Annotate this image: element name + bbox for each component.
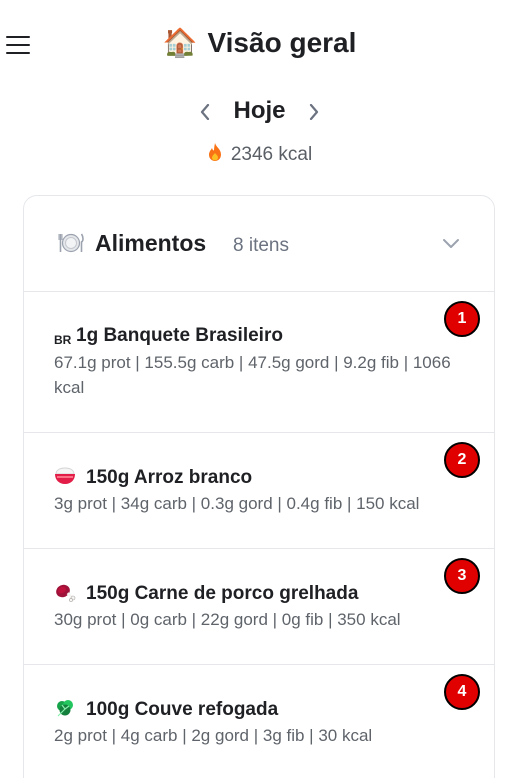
chevron-right-icon[interactable] (302, 96, 326, 126)
food-item[interactable]: 4 100g Couve refogada 2g prot | 4g carb … (24, 665, 494, 778)
foods-card-title: Alimentos (95, 230, 207, 256)
brazil-flag-icon: BR (54, 333, 72, 347)
food-item-name: 150g Arroz branco (54, 466, 252, 492)
food-item-name-text: 1g Banquete Brasileiro (76, 325, 283, 346)
top-bar: 🏠 Visão geral (0, 0, 519, 92)
meat-on-bone-icon (54, 582, 78, 608)
food-item-name: 150g Carne de porco grelhada (54, 582, 358, 608)
chevron-down-icon[interactable] (442, 237, 460, 255)
food-item[interactable]: 3 150g Carne de porco grelhada 30g prot … (24, 549, 494, 665)
food-item-macros: 30g prot | 0g carb | 22g gord | 0g fib |… (54, 610, 401, 629)
date-navigator: Hoje (0, 96, 519, 130)
flame-icon (207, 142, 223, 168)
food-item-name-text: 100g Couve refogada (86, 699, 279, 720)
page-title: 🏠 Visão geral (0, 26, 519, 59)
kcal-total: 2346 kcal (230, 144, 313, 165)
food-item-name: BR 1g Banquete Brasileiro (54, 325, 283, 347)
date-label: Hoje (233, 97, 286, 124)
page-title-text: Visão geral (207, 27, 357, 58)
plate-icon (58, 232, 84, 259)
food-item[interactable]: 1 BR 1g Banquete Brasileiro 67.1g prot | … (24, 292, 494, 433)
food-item-macros: 67.1g prot | 155.5g carb | 47.5g gord | … (54, 353, 451, 397)
item-number-badge: 3 (444, 558, 480, 594)
food-item-name: 100g Couve refogada (54, 698, 278, 724)
chevron-left-icon[interactable] (193, 96, 217, 126)
item-number-badge: 4 (444, 674, 480, 710)
food-item-macros: 2g prot | 4g carb | 2g gord | 3g fib | 3… (54, 726, 373, 745)
foods-card: Alimentos 8 itens 1 BR 1g Banquete Brasil… (23, 195, 495, 778)
house-icon: 🏠 (162, 26, 198, 59)
food-item[interactable]: 2 150g Arroz branco 3g prot | 34g carb |… (24, 433, 494, 549)
food-item-name-text: 150g Arroz branco (86, 467, 253, 488)
rice-bowl-icon (54, 466, 78, 492)
item-number-badge: 1 (444, 301, 480, 337)
food-item-name-text: 150g Carne de porco grelhada (86, 583, 359, 604)
item-number-badge: 2 (444, 442, 480, 478)
foods-card-header[interactable]: Alimentos 8 itens (24, 196, 494, 292)
daily-kcal-summary: 2346 kcal (0, 142, 519, 168)
food-item-macros: 3g prot | 34g carb | 0.3g gord | 0.4g fi… (54, 494, 420, 513)
item-count: 8 itens (233, 235, 289, 256)
leafy-green-icon (54, 698, 78, 724)
